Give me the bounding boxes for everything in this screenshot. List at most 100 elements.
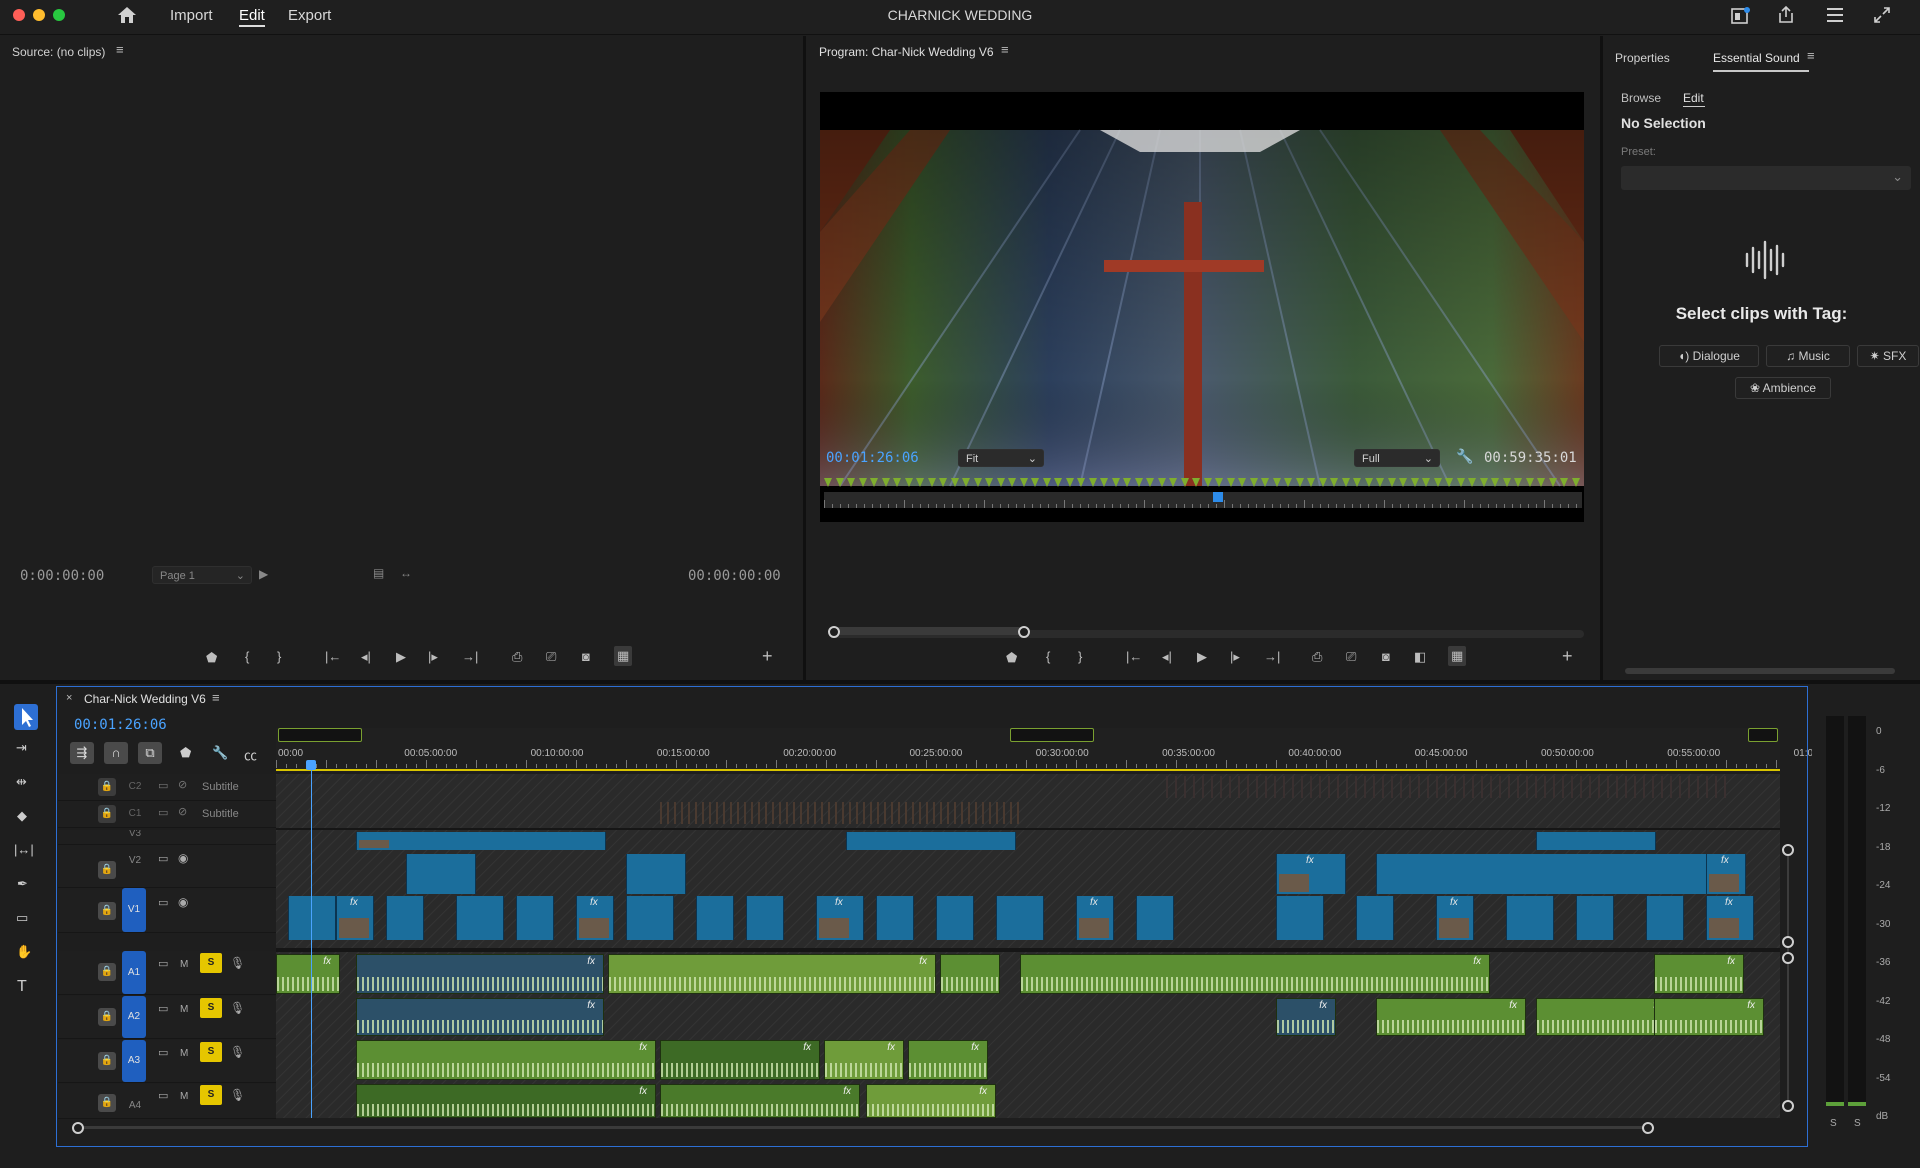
insert-button-icon[interactable]: ⎙ xyxy=(512,649,522,665)
marker-icon[interactable] xyxy=(1548,478,1557,487)
lift-icon[interactable]: ⎙ xyxy=(1312,649,1322,665)
marker-icon[interactable] xyxy=(1157,478,1166,487)
mute-button-a3[interactable]: M xyxy=(180,1048,188,1059)
quick-export-icon[interactable] xyxy=(1730,6,1750,26)
camera-icon[interactable]: ◙ xyxy=(1382,649,1390,664)
horizontal-divider[interactable] xyxy=(0,680,1920,684)
solo-button-a4[interactable]: S xyxy=(200,1085,222,1105)
share-icon[interactable] xyxy=(1776,5,1796,25)
audio-clip[interactable] xyxy=(940,954,1000,994)
go-to-in-icon[interactable]: |← xyxy=(325,649,341,664)
eye-icon[interactable]: ◉ xyxy=(178,851,188,865)
marker-icon[interactable] xyxy=(858,478,867,487)
solo-right-button[interactable]: S xyxy=(1854,1118,1861,1129)
program-zoom-scrollbar[interactable] xyxy=(828,626,1584,638)
marker-icon[interactable] xyxy=(950,478,959,487)
marker-icon[interactable] xyxy=(1364,478,1373,487)
marker-icon[interactable] xyxy=(1318,478,1327,487)
audio-clip[interactable]: fx xyxy=(1536,998,1670,1036)
video-clip[interactable] xyxy=(1356,896,1394,940)
video-clip[interactable]: fx xyxy=(576,896,614,940)
work-area-marker[interactable] xyxy=(1748,728,1778,742)
timeline-timecode[interactable]: 00:01:26:06 xyxy=(74,717,167,733)
marker-icon[interactable] xyxy=(1433,478,1442,487)
play-icon[interactable]: ▶ xyxy=(1197,649,1207,665)
solo-button-a2[interactable]: S xyxy=(200,998,222,1018)
film-icon[interactable]: ▭ xyxy=(158,896,168,909)
microphone-icon[interactable]: 🎙 xyxy=(230,1088,245,1102)
marker-icon[interactable] xyxy=(1330,478,1338,487)
panel-menu-icon[interactable]: ≡ xyxy=(1807,48,1815,63)
marker-icon[interactable] xyxy=(1134,478,1143,487)
marker-icon[interactable] xyxy=(904,478,913,487)
marker-icon[interactable] xyxy=(1410,478,1419,487)
v-scroll-handle[interactable] xyxy=(1782,844,1794,856)
mute-button-a4[interactable]: M xyxy=(180,1091,188,1102)
video-clip[interactable]: fx xyxy=(1436,896,1474,940)
tag-music-button[interactable]: ♫ Music xyxy=(1766,345,1850,367)
slip-tool-icon[interactable]: |↔| xyxy=(14,842,34,857)
marker-icon[interactable] xyxy=(1031,478,1039,487)
solo-button-a3[interactable]: S xyxy=(200,1042,222,1062)
lock-icon[interactable]: 🔒 xyxy=(98,963,116,981)
marker-icon[interactable] xyxy=(1295,478,1304,487)
audio-clip[interactable]: fx xyxy=(356,998,604,1036)
marker-icon[interactable] xyxy=(1537,478,1545,487)
add-button-icon[interactable]: + xyxy=(762,646,773,667)
marker-icon[interactable] xyxy=(1215,478,1223,487)
source-monitor-title[interactable]: Source: (no clips) xyxy=(12,45,105,59)
microphone-icon[interactable]: 🎙 xyxy=(230,1001,245,1015)
film-icon[interactable]: ▭ xyxy=(158,957,168,970)
microphone-icon[interactable]: 🎙 xyxy=(230,1045,245,1059)
film-icon[interactable]: ▭ xyxy=(158,1002,168,1015)
work-area-marker[interactable] xyxy=(1010,728,1094,742)
marker-icon[interactable] xyxy=(1491,478,1499,487)
wrench-icon[interactable]: 🔧 xyxy=(212,745,228,761)
go-to-in-icon[interactable]: |← xyxy=(1126,649,1142,664)
marker-icon[interactable] xyxy=(1054,478,1062,487)
video-clip[interactable] xyxy=(1136,896,1174,940)
pen-tool-icon[interactable]: ✒ xyxy=(17,876,28,892)
track-target-v1[interactable]: V1 xyxy=(122,888,146,932)
marker-icon[interactable] xyxy=(1284,478,1292,487)
marker-icon[interactable] xyxy=(1261,478,1269,487)
comparison-view-icon[interactable]: ◧ xyxy=(1414,649,1426,665)
video-clip[interactable] xyxy=(696,896,734,940)
rectangle-tool-icon[interactable]: ▭ xyxy=(16,910,28,926)
film-icon[interactable]: ▭ xyxy=(158,1046,168,1059)
marker-icon[interactable] xyxy=(1272,478,1281,487)
v-scroll-handle[interactable] xyxy=(1782,936,1794,948)
v-scroll-handle[interactable] xyxy=(1782,952,1794,964)
lock-icon[interactable]: 🔒 xyxy=(98,861,116,879)
marker-icon[interactable] xyxy=(824,478,832,487)
safe-margins-icon[interactable]: ▦ xyxy=(1448,646,1467,666)
marker-icon[interactable] xyxy=(916,478,924,487)
marker-icon[interactable] xyxy=(1077,478,1085,487)
audio-clip[interactable]: fx xyxy=(824,1040,904,1080)
marker-icon[interactable] xyxy=(1353,478,1361,487)
audio-clip[interactable]: fx xyxy=(356,1040,656,1080)
marker-icon[interactable] xyxy=(962,478,970,487)
ripple-edit-icon[interactable]: ⇹ xyxy=(16,774,27,790)
video-clip[interactable] xyxy=(626,896,674,940)
audio-clip[interactable]: fx xyxy=(356,1084,656,1118)
video-clip[interactable]: fx xyxy=(1276,854,1346,894)
program-zoom-dropdown[interactable]: Fit ⌄ xyxy=(958,449,1044,467)
panel-menu-icon[interactable]: ≡ xyxy=(212,690,220,705)
audio-clip[interactable]: fx xyxy=(660,1084,860,1118)
lock-icon[interactable]: 🔒 xyxy=(98,778,116,796)
track-name-v3[interactable]: V3 xyxy=(122,830,148,839)
video-clip[interactable]: fx xyxy=(1076,896,1114,940)
marker-icon[interactable] xyxy=(1376,478,1384,487)
step-back-icon[interactable]: ◂| xyxy=(361,649,371,665)
video-clip[interactable] xyxy=(846,832,1016,850)
h-scroll-handle-right[interactable] xyxy=(1642,1122,1654,1134)
marker-icon[interactable] xyxy=(1560,478,1568,487)
video-clip[interactable] xyxy=(386,896,424,940)
marker-icon[interactable] xyxy=(1307,478,1315,487)
go-to-out-icon[interactable]: →| xyxy=(462,649,478,664)
track-name-c2[interactable]: C2 xyxy=(122,781,148,792)
video-clip[interactable] xyxy=(936,896,974,940)
marker-icon[interactable] xyxy=(1008,478,1016,487)
h-scroll-handle-left[interactable] xyxy=(72,1122,84,1134)
